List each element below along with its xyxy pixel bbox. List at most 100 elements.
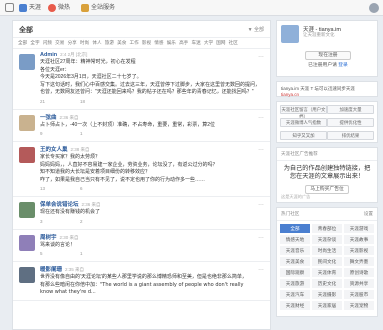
- post-menu-icon[interactable]: …: [258, 114, 264, 120]
- post-menu-icon[interactable]: …: [258, 146, 264, 152]
- quick-link[interactable]: 天涯微博人气指数: [280, 118, 327, 127]
- post-menu-icon[interactable]: …: [258, 234, 264, 240]
- board-link[interactable]: 民间文化: [312, 257, 342, 266]
- author-avatar[interactable]: [19, 202, 35, 218]
- board-link[interactable]: 天涯家居: [312, 301, 342, 310]
- feed-title: 全部: [19, 27, 33, 34]
- author-avatar[interactable]: [19, 54, 35, 70]
- category-15[interactable]: 大学: [204, 40, 213, 45]
- board-link[interactable]: 天涯影视: [344, 246, 374, 255]
- post-line: 有那么些暗闲在你倍中加："The world is a giant assemb…: [40, 281, 244, 288]
- board-link[interactable]: 天涯摄影: [312, 290, 342, 299]
- author-avatar[interactable]: [19, 114, 35, 131]
- board-link[interactable]: 原创诗歌: [344, 268, 374, 277]
- board-link[interactable]: 全部: [280, 224, 310, 233]
- weire-icon: [48, 4, 56, 12]
- board-link[interactable]: 天涯旅游: [280, 279, 310, 288]
- author-name[interactable]: 暖影阑珊 2:35 来自: [40, 265, 265, 273]
- post-item: 一弦曲 2:36 来自… 占卜师占卜，-40一次（上不封顶）准确，不占寿命，重要，重…: [13, 110, 270, 142]
- category-2[interactable]: 闪频: [43, 40, 52, 45]
- like-count[interactable]: 13: [40, 186, 45, 191]
- post-meta: 2:38 来自: [70, 147, 90, 152]
- category-4[interactable]: 分享: [68, 40, 77, 45]
- post-menu-icon[interactable]: …: [258, 201, 264, 207]
- category-8[interactable]: 美食: [117, 40, 126, 45]
- hot-settings-link[interactable]: 设置: [364, 211, 373, 217]
- board-link[interactable]: 舞文弄墨: [344, 257, 374, 266]
- author-avatar[interactable]: [19, 267, 35, 283]
- category-6[interactable]: 体人: [92, 40, 101, 45]
- category-16[interactable]: 国网: [216, 40, 225, 45]
- author-name[interactable]: Admin 2:4 2月 [北京]: [40, 52, 265, 58]
- board-link[interactable]: 天涯汽车: [280, 290, 310, 299]
- like-count[interactable]: 5: [40, 251, 43, 256]
- author-avatar[interactable]: [19, 147, 35, 163]
- quick-link[interactable]: 提供优化性: [327, 118, 374, 127]
- post-actions: 32: [40, 219, 265, 226]
- category-3[interactable]: 交易: [55, 40, 64, 45]
- board-link[interactable]: 资源共享: [344, 279, 374, 288]
- quick-link[interactable]: 知乎又又加: [280, 131, 327, 140]
- site-avatar: [281, 25, 299, 43]
- board-link[interactable]: 天涯美食: [280, 257, 310, 266]
- register-button[interactable]: 现在注册: [305, 51, 351, 60]
- logo[interactable]: [5, 3, 14, 12]
- login-link[interactable]: 登录: [338, 63, 348, 68]
- tab-tianya[interactable]: 天涯: [18, 2, 41, 14]
- category-5[interactable]: 时尚: [80, 40, 89, 45]
- reply-count[interactable]: 1: [80, 251, 83, 256]
- reply-count[interactable]: 18: [80, 99, 85, 104]
- reply-count[interactable]: 2: [80, 219, 83, 224]
- author-name[interactable]: 周树宇 2:30 来自: [40, 233, 265, 241]
- board-link[interactable]: 时尚生活: [312, 246, 342, 255]
- category-13[interactable]: 高手: [179, 40, 188, 45]
- author-name[interactable]: 王的女人巢 2:38 来自: [40, 145, 265, 153]
- tab-weire[interactable]: 微热: [47, 2, 70, 14]
- board-link[interactable]: 天涯股市: [344, 290, 374, 299]
- post-menu-icon[interactable]: …: [258, 266, 264, 272]
- board-link[interactable]: 天涯游戏: [344, 224, 374, 233]
- like-count[interactable]: 21: [40, 99, 45, 104]
- category-11[interactable]: 情感: [154, 40, 163, 45]
- feed-filter-dropdown[interactable]: ▼ 全部: [248, 26, 264, 33]
- main-feed: 全部 ▼ 全部 全部 全宇 闪频 交易 分享 时尚 体人 旅游 美食 工作 影视 情感 娱乐 高手 车迷 大学…: [12, 20, 271, 330]
- board-link[interactable]: 历史文化: [312, 279, 342, 288]
- category-1[interactable]: 全宇: [30, 40, 39, 45]
- category-14[interactable]: 车迷: [191, 40, 200, 45]
- sidebar: 天涯 - tianya.im 让天涯重新文化 现在注册 已注册用户请 登录 ti…: [276, 20, 378, 321]
- reply-count[interactable]: 6: [80, 186, 83, 191]
- quick-link[interactable]: 天涯社区留言（用户文档）: [280, 105, 327, 119]
- like-count[interactable]: 9: [40, 131, 43, 136]
- board-link[interactable]: 情感天地: [280, 235, 310, 244]
- board-link[interactable]: 天涯音乐: [280, 246, 310, 255]
- hot-boards: 热门社区 设置 全部 青春部位 天涯游戏 情感天地 天涯杂谈 天涯故事 天涯音乐 时尚生活 天涯影…: [276, 207, 378, 317]
- quick-link[interactable]: 排优结果: [327, 131, 374, 140]
- author-avatar[interactable]: [19, 234, 35, 251]
- author-name[interactable]: 一弦曲 2:36 来自: [40, 113, 265, 121]
- category-7[interactable]: 旅游: [105, 40, 114, 45]
- board-link[interactable]: 天涯财经: [280, 301, 310, 310]
- board-link[interactable]: 国际观察: [280, 268, 310, 277]
- board-link[interactable]: 青春部位: [312, 224, 342, 233]
- buy-ad-button[interactable]: 马上购买广告位: [305, 185, 349, 194]
- like-count[interactable]: 3: [40, 219, 43, 224]
- post-menu-icon[interactable]: …: [258, 53, 264, 59]
- post-list: Admin 2:4 2月 [北京]… 天涯社区27周年：精神常时光，初心在发程 各位天…: [13, 49, 270, 301]
- category-17[interactable]: 社区: [229, 40, 238, 45]
- board-link[interactable]: 天涯体育: [312, 268, 342, 277]
- category-0[interactable]: 全部: [18, 40, 27, 45]
- quick-link[interactable]: 加速度大量: [327, 105, 374, 114]
- category-10[interactable]: 影视: [142, 40, 151, 45]
- author-name[interactable]: 保单会说错论坛 2:36 来自: [40, 200, 265, 208]
- tianya-cn-link[interactable]: tianya.cn: [281, 92, 299, 97]
- user-avatar[interactable]: [369, 3, 379, 13]
- board-link[interactable]: 天涯故事: [344, 235, 374, 244]
- reply-count[interactable]: 1: [80, 131, 83, 136]
- board-link[interactable]: 天涯宠物: [344, 301, 374, 310]
- category-9[interactable]: 工作: [130, 40, 139, 45]
- category-12[interactable]: 娱乐: [167, 40, 176, 45]
- board-link[interactable]: 天涯杂谈: [312, 235, 342, 244]
- tab-services[interactable]: 全站服务: [80, 2, 115, 14]
- post-line: 骂来谈的言论！: [40, 241, 76, 248]
- post-actions: 21 18: [40, 99, 265, 106]
